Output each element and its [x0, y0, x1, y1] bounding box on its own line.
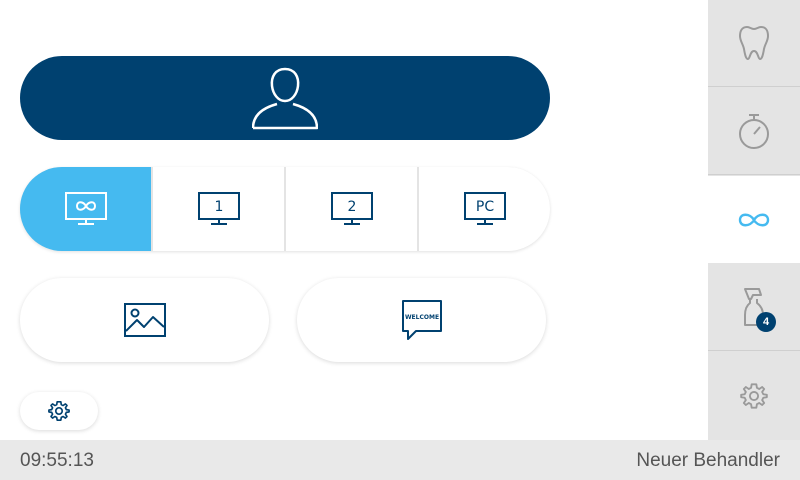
monitor-pc-label: PC — [475, 199, 493, 215]
sidebar: 4 — [708, 0, 800, 440]
welcome-button[interactable]: WELCOME — [297, 278, 546, 362]
monitor-source-selector: 1 2 PC — [20, 167, 550, 251]
infinity-icon — [738, 213, 770, 226]
segment-monitor-pc[interactable]: PC — [419, 167, 550, 251]
segment-monitor-1[interactable]: 1 — [153, 167, 284, 251]
gear-icon — [740, 382, 768, 409]
main-panel: 1 2 PC WELCOME — [0, 0, 708, 440]
monitor-2-icon: 2 — [330, 192, 373, 225]
status-bar: 09:55:13 Neuer Behandler — [0, 440, 800, 480]
welcome-icon-text: WELCOME — [404, 314, 438, 321]
image-button[interactable] — [20, 278, 269, 362]
monitor-1-icon: 1 — [197, 192, 240, 225]
user-button[interactable] — [20, 56, 550, 140]
notification-badge: 4 — [756, 312, 776, 332]
segment-infinity[interactable] — [20, 167, 151, 251]
image-icon — [123, 303, 166, 337]
tooth-icon — [739, 26, 769, 60]
sidebar-item-timer[interactable] — [708, 88, 800, 175]
monitor-2-label: 2 — [347, 199, 356, 215]
sidebar-item-tooth[interactable] — [708, 0, 800, 87]
welcome-message-icon: WELCOME — [401, 300, 442, 340]
gear-icon — [48, 401, 70, 421]
stopwatch-icon — [739, 114, 769, 149]
sidebar-item-cleaning[interactable]: 4 — [708, 264, 800, 351]
clock: 09:55:13 — [20, 450, 94, 471]
settings-button[interactable] — [20, 392, 98, 430]
monitor-infinity-icon — [64, 192, 107, 225]
monitor-1-label: 1 — [214, 199, 223, 215]
segment-monitor-2[interactable]: 2 — [286, 167, 417, 251]
monitor-pc-icon: PC — [463, 192, 506, 225]
current-user-name: Neuer Behandler — [636, 450, 780, 471]
sidebar-item-infinity[interactable] — [708, 176, 800, 263]
user-icon — [252, 67, 318, 130]
sidebar-item-settings[interactable] — [708, 352, 800, 439]
